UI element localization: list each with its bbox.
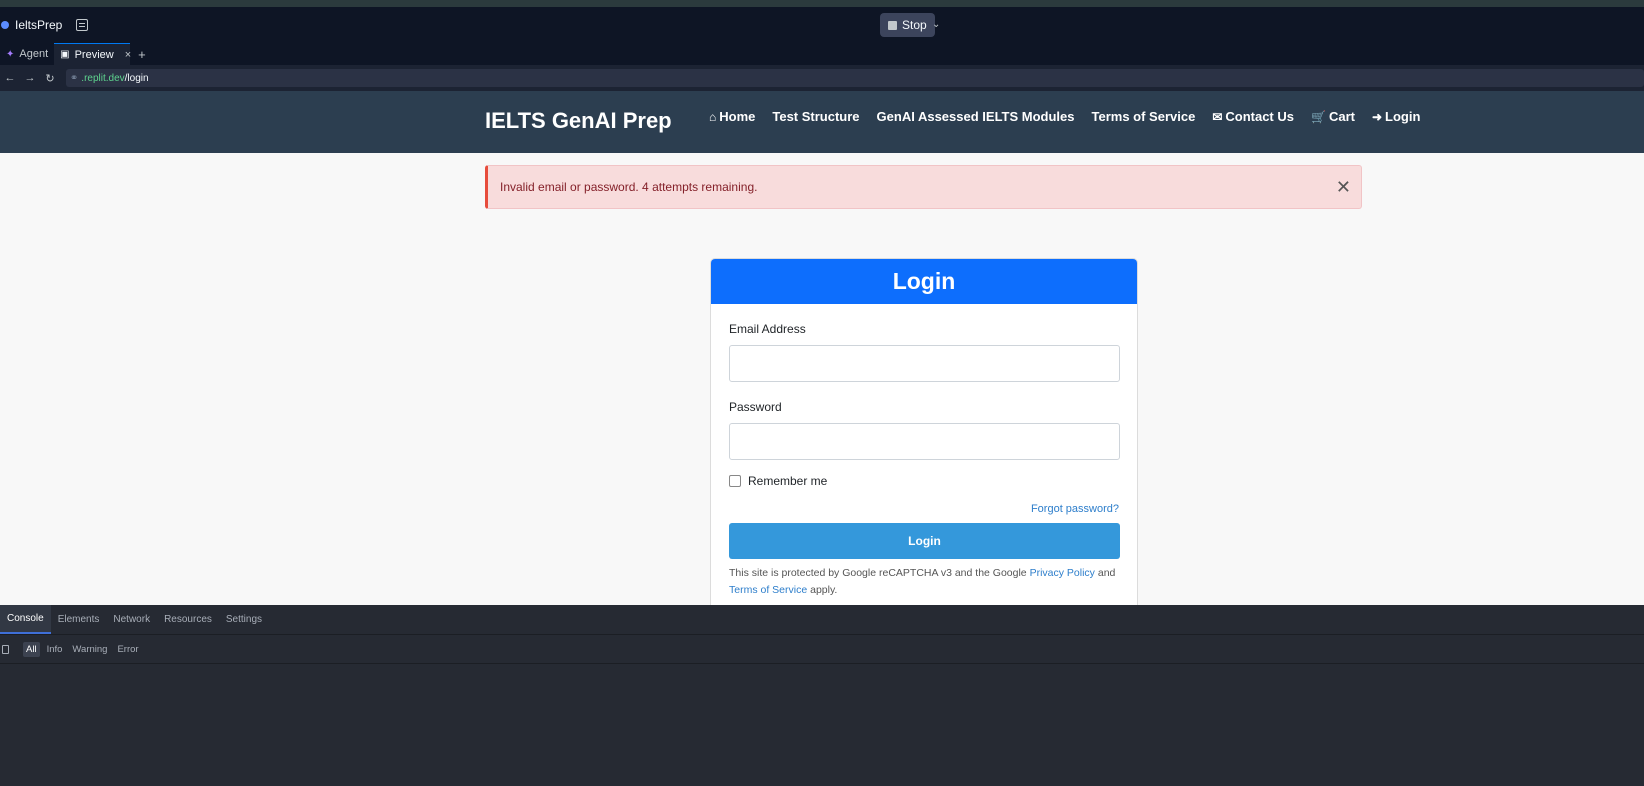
repl-name[interactable]: IeltsPrep bbox=[15, 18, 62, 32]
back-icon[interactable]: ← bbox=[0, 72, 20, 84]
url-path: /login bbox=[124, 72, 149, 84]
email-label: Email Address bbox=[729, 322, 806, 336]
devtools-panel: Console Elements Network Resources Setti… bbox=[0, 605, 1644, 786]
window-top-strip bbox=[0, 0, 1644, 7]
login-card-title: Login bbox=[711, 259, 1137, 304]
chevron-down-icon[interactable]: ⌄ bbox=[932, 19, 940, 30]
nav-label: Login bbox=[1385, 109, 1421, 124]
monitor-icon: ▣ bbox=[60, 49, 70, 60]
workspace-titlebar: IeltsPrep Stop ⌄ bbox=[0, 7, 1644, 43]
remember-checkbox[interactable] bbox=[729, 475, 741, 487]
tab-label: Agent bbox=[19, 48, 49, 60]
error-alert: Invalid email or password. 4 attempts re… bbox=[485, 165, 1362, 209]
devtools-tab-resources[interactable]: Resources bbox=[157, 605, 219, 634]
cart-icon: 🛒 bbox=[1311, 109, 1326, 124]
nav-label: Cart bbox=[1328, 109, 1355, 124]
tab-preview[interactable]: ▣ Preview × bbox=[54, 43, 131, 65]
captcha-text: apply. bbox=[807, 584, 838, 596]
login-button[interactable]: Login bbox=[729, 523, 1120, 559]
add-tab-icon[interactable]: + bbox=[130, 43, 154, 65]
devtools-tab-elements[interactable]: Elements bbox=[51, 605, 107, 634]
remember-me[interactable]: Remember me bbox=[729, 474, 1119, 488]
devtools-tab-settings[interactable]: Settings bbox=[219, 605, 269, 634]
password-label: Password bbox=[729, 400, 782, 414]
preview-urlbar: ← → ↻ ⚭ .replit.dev/login bbox=[0, 65, 1644, 91]
nav-cart[interactable]: 🛒 Cart bbox=[1311, 109, 1355, 124]
home-icon: ⌂ bbox=[709, 109, 717, 124]
nav-label: Contact Us bbox=[1225, 109, 1294, 124]
url-input[interactable]: ⚭ .replit.dev/login bbox=[65, 69, 1644, 87]
filter-error[interactable]: Error bbox=[114, 642, 141, 657]
forward-icon[interactable]: → bbox=[20, 72, 40, 84]
remember-label[interactable]: Remember me bbox=[748, 474, 827, 488]
nav-genai-modules[interactable]: GenAI Assessed IELTS Modules bbox=[877, 109, 1075, 124]
site-navbar: IELTS GenAI Prep ⌂ Home Test Structure G… bbox=[0, 91, 1644, 153]
nav-label: Test Structure bbox=[772, 109, 860, 124]
nav-test-structure[interactable]: Test Structure bbox=[772, 109, 859, 124]
workspace-tabbar: ✦ Agent ▣ Preview × + bbox=[0, 43, 1644, 65]
agent-icon: ✦ bbox=[6, 48, 15, 60]
nav-login[interactable]: ➜ Login bbox=[1372, 109, 1420, 124]
repl-avatar-icon bbox=[1, 21, 9, 29]
forgot-password-link[interactable]: Forgot password? bbox=[729, 503, 1119, 515]
site-nav-links: ⌂ Home Test Structure GenAI Assessed IEL… bbox=[709, 109, 1420, 124]
captcha-text: This site is protected by Google reCAPTC… bbox=[729, 567, 1030, 579]
recaptcha-notice: This site is protected by Google reCAPTC… bbox=[729, 565, 1119, 599]
filter-all[interactable]: All bbox=[23, 641, 40, 657]
preview-viewport: IELTS GenAI Prep ⌂ Home Test Structure G… bbox=[0, 91, 1644, 605]
layout-icon[interactable] bbox=[76, 19, 89, 31]
alert-message: Invalid email or password. 4 attempts re… bbox=[500, 180, 758, 194]
tab-agent[interactable]: ✦ Agent bbox=[0, 43, 54, 65]
clear-console-icon[interactable] bbox=[2, 644, 9, 654]
login-card: Login Email Address Password Remember me… bbox=[710, 258, 1138, 605]
password-field[interactable] bbox=[729, 423, 1120, 460]
nav-terms[interactable]: Terms of Service bbox=[1092, 109, 1196, 124]
stop-button[interactable]: Stop bbox=[880, 13, 935, 37]
nav-label: GenAI Assessed IELTS Modules bbox=[876, 109, 1075, 124]
devtools-tab-network[interactable]: Network bbox=[106, 605, 157, 634]
privacy-policy-link[interactable]: Privacy Policy bbox=[1030, 567, 1095, 579]
nav-home[interactable]: ⌂ Home bbox=[709, 109, 755, 124]
filter-warning[interactable]: Warning bbox=[69, 642, 110, 657]
reload-icon[interactable]: ↻ bbox=[40, 72, 60, 85]
captcha-text: and bbox=[1094, 567, 1116, 579]
link-icon: ⚭ bbox=[69, 72, 79, 84]
sign-in-icon: ➜ bbox=[1371, 109, 1383, 124]
nav-contact[interactable]: ✉ Contact Us bbox=[1212, 109, 1294, 124]
nav-label: Home bbox=[719, 109, 756, 124]
stop-label: Stop bbox=[902, 18, 927, 32]
devtools-tabs: Console Elements Network Resources Setti… bbox=[0, 605, 1644, 635]
envelope-icon: ✉ bbox=[1212, 109, 1223, 124]
url-host: .replit.dev bbox=[81, 72, 125, 84]
tab-label: Preview bbox=[74, 48, 114, 61]
email-field[interactable] bbox=[729, 345, 1120, 382]
terms-link[interactable]: Terms of Service bbox=[729, 584, 807, 596]
close-icon[interactable]: ✕ bbox=[1336, 177, 1351, 198]
stop-icon bbox=[888, 20, 897, 30]
filter-info[interactable]: Info bbox=[44, 642, 66, 657]
devtools-tab-console[interactable]: Console bbox=[0, 605, 51, 634]
console-filter-bar: All Info Warning Error bbox=[0, 635, 1644, 664]
site-brand[interactable]: IELTS GenAI Prep bbox=[485, 108, 672, 134]
nav-label: Terms of Service bbox=[1091, 109, 1196, 124]
